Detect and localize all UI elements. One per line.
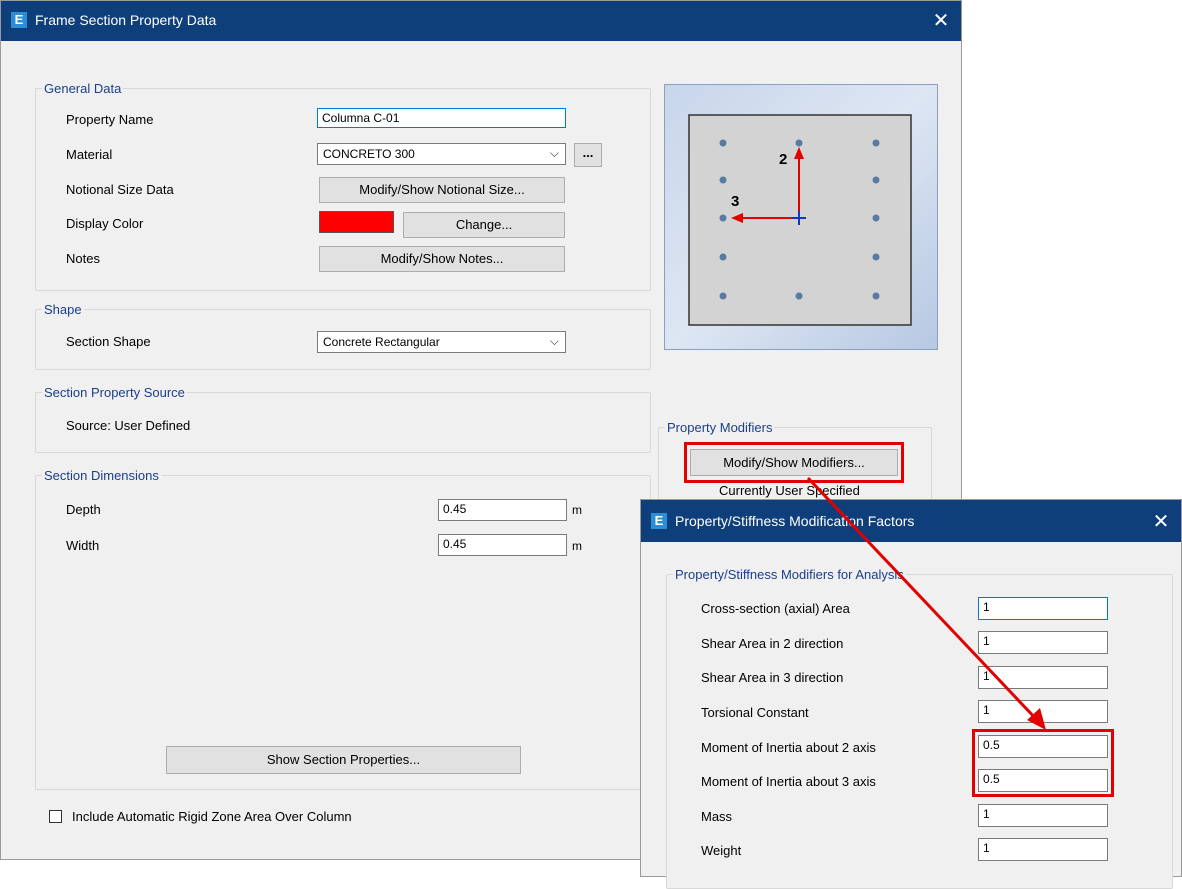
etabs-logo-icon: E <box>11 12 27 28</box>
modifier-label-mass: Mass <box>701 809 733 824</box>
modifier-input-shear-3[interactable]: 1 <box>978 666 1108 689</box>
notes-label: Notes <box>66 251 100 266</box>
notes-button[interactable]: Modify/Show Notes... <box>319 246 565 272</box>
display-color-swatch[interactable] <box>319 211 394 233</box>
modifiers-status-text: Currently User Specified <box>719 483 860 498</box>
material-value: CONCRETO 300 <box>323 147 415 161</box>
modifier-label-axial-area: Cross-section (axial) Area <box>701 601 850 616</box>
depth-input[interactable]: 0.45 <box>438 499 567 521</box>
inertia-inputs-highlight <box>972 729 1114 797</box>
modifier-input-axial-area[interactable]: 1 <box>978 597 1108 620</box>
section-preview-drawing: 2 3 <box>688 114 912 326</box>
property-name-input[interactable]: Columna C-01 <box>317 108 566 128</box>
section-shape-select[interactable]: Concrete Rectangular ⌵ <box>317 331 566 353</box>
depth-label: Depth <box>66 502 101 517</box>
section-shape-label: Section Shape <box>66 334 151 349</box>
modifiers-dialog: E Property/Stiffness Modification Factor… <box>640 499 1182 889</box>
source-text: Source: User Defined <box>66 418 191 433</box>
main-titlebar[interactable]: E Frame Section Property Data ✕ <box>1 1 961 41</box>
chevron-down-icon: ⌵ <box>549 146 559 160</box>
close-icon[interactable]: ✕ <box>931 8 951 33</box>
section-preview: 2 3 <box>664 84 938 350</box>
shape-legend: Shape <box>44 302 82 317</box>
property-modifiers-legend: Property Modifiers <box>667 420 773 435</box>
dimensions-legend: Section Dimensions <box>44 468 159 483</box>
width-input[interactable]: 0.45 <box>438 534 567 556</box>
main-dialog-title: Frame Section Property Data <box>35 12 217 28</box>
material-label: Material <box>66 147 113 162</box>
width-unit: m <box>572 539 582 553</box>
modifier-input-weight[interactable]: 1 <box>978 838 1108 861</box>
axis-2-label: 2 <box>779 151 787 168</box>
chevron-down-icon: ⌵ <box>549 334 559 348</box>
modifiers-button-highlight <box>684 442 904 483</box>
modifiers-titlebar[interactable]: E Property/Stiffness Modification Factor… <box>641 500 1181 542</box>
modifiers-dialog-title: Property/Stiffness Modification Factors <box>675 513 915 529</box>
material-select[interactable]: CONCRETO 300 ⌵ <box>317 143 566 165</box>
general-data-legend: General Data <box>44 81 122 96</box>
modifier-label-inertia-2: Moment of Inertia about 2 axis <box>701 740 876 755</box>
property-name-label: Property Name <box>66 112 154 127</box>
show-section-properties-button[interactable]: Show Section Properties... <box>166 746 521 774</box>
modifier-input-shear-2[interactable]: 1 <box>978 631 1108 654</box>
close-icon[interactable]: ✕ <box>1151 509 1171 534</box>
notional-size-label: Notional Size Data <box>66 182 174 197</box>
modifier-label-weight: Weight <box>701 843 742 858</box>
source-legend: Section Property Source <box>44 385 185 400</box>
modifier-label-torsional: Torsional Constant <box>701 705 809 720</box>
modifier-label-shear-2: Shear Area in 2 direction <box>701 636 844 651</box>
change-color-button[interactable]: Change... <box>403 212 565 238</box>
axis-3-label: 3 <box>731 193 739 210</box>
width-label: Width <box>66 538 100 553</box>
modifiers-legend: Property/Stiffness Modifiers for Analysi… <box>675 567 904 582</box>
rigid-zone-checkbox[interactable] <box>49 810 62 823</box>
etabs-logo-icon: E <box>651 513 667 529</box>
modifier-label-inertia-3: Moment of Inertia about 3 axis <box>701 774 876 789</box>
rigid-zone-label: Include Automatic Rigid Zone Area Over C… <box>72 809 352 824</box>
section-shape-value: Concrete Rectangular <box>323 335 440 349</box>
material-ellipsis-button[interactable]: ... <box>574 143 602 167</box>
modifier-input-torsional[interactable]: 1 <box>978 700 1108 723</box>
modifier-label-shear-3: Shear Area in 3 direction <box>701 670 844 685</box>
depth-unit: m <box>572 503 582 517</box>
display-color-label: Display Color <box>66 216 144 231</box>
notional-size-button[interactable]: Modify/Show Notional Size... <box>319 177 565 203</box>
modifier-input-mass[interactable]: 1 <box>978 804 1108 827</box>
